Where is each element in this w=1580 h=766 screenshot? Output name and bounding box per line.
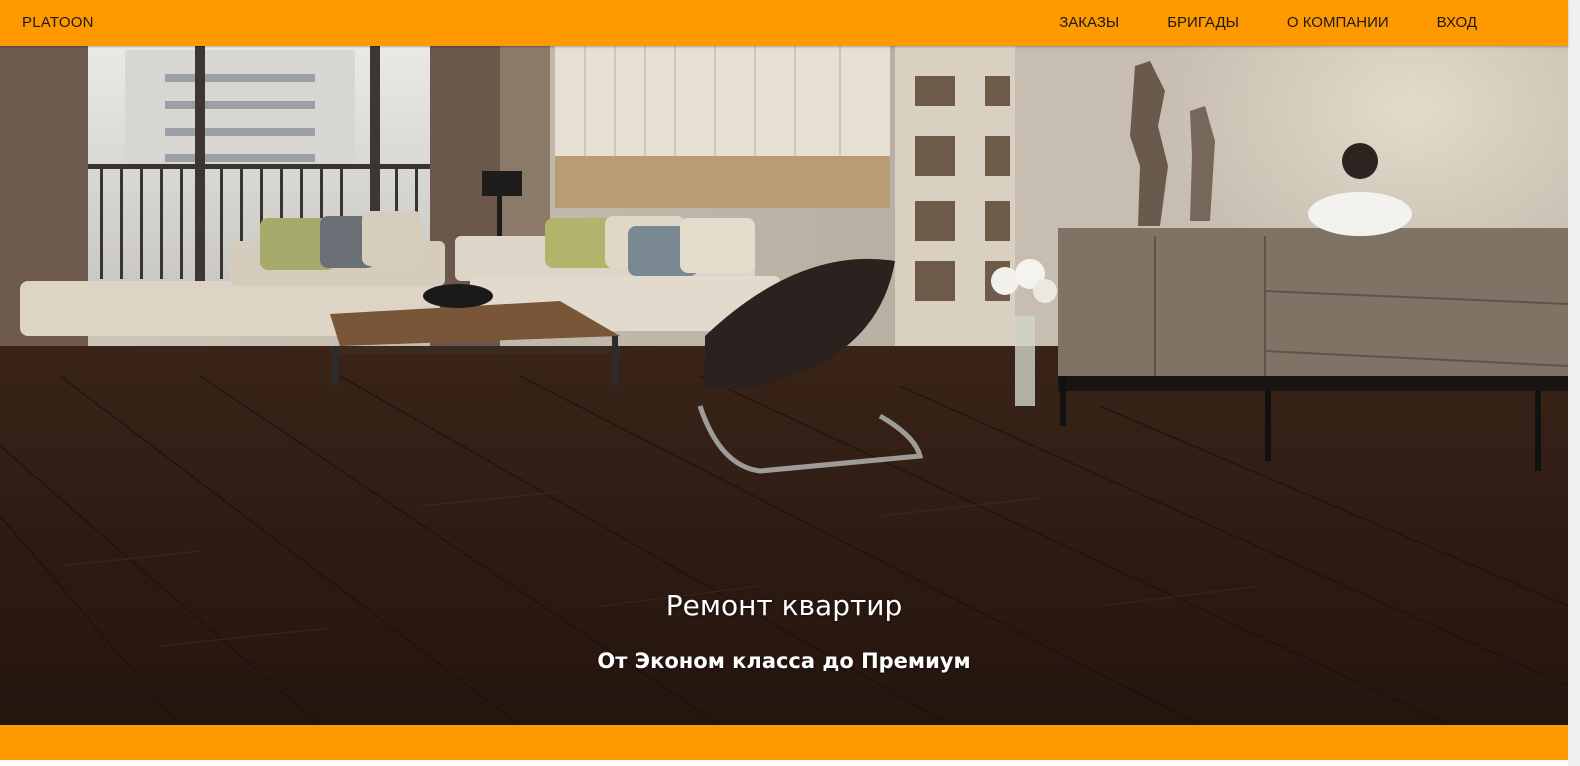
hero-overlay: Ремонт квартир От Эконом класса до Преми… bbox=[0, 46, 1568, 725]
page-scrollbar[interactable] bbox=[1568, 0, 1580, 766]
main-nav: ЗАКАЗЫ БРИГАДЫ О КОМПАНИИ ВХОД bbox=[1059, 14, 1477, 32]
brand-logo-link[interactable]: PLATOON bbox=[22, 14, 94, 31]
footer-bar bbox=[0, 725, 1568, 760]
nav-link-teams[interactable]: БРИГАДЫ bbox=[1167, 14, 1239, 31]
nav-link-about[interactable]: О КОМПАНИИ bbox=[1287, 14, 1389, 31]
top-navbar: PLATOON ЗАКАЗЫ БРИГАДЫ О КОМПАНИИ ВХОД bbox=[0, 0, 1568, 46]
nav-item-about: О КОМПАНИИ bbox=[1287, 14, 1389, 32]
hero-banner: Ремонт квартир От Эконом класса до Преми… bbox=[0, 46, 1568, 725]
nav-link-orders[interactable]: ЗАКАЗЫ bbox=[1059, 14, 1119, 31]
nav-item-login: ВХОД bbox=[1437, 14, 1477, 32]
nav-link-login[interactable]: ВХОД bbox=[1437, 14, 1477, 31]
hero-title: Ремонт квартир bbox=[665, 589, 903, 622]
hero-subtitle: От Эконом класса до Премиум bbox=[597, 649, 971, 673]
nav-item-orders: ЗАКАЗЫ bbox=[1059, 14, 1119, 32]
nav-item-teams: БРИГАДЫ bbox=[1167, 14, 1239, 32]
